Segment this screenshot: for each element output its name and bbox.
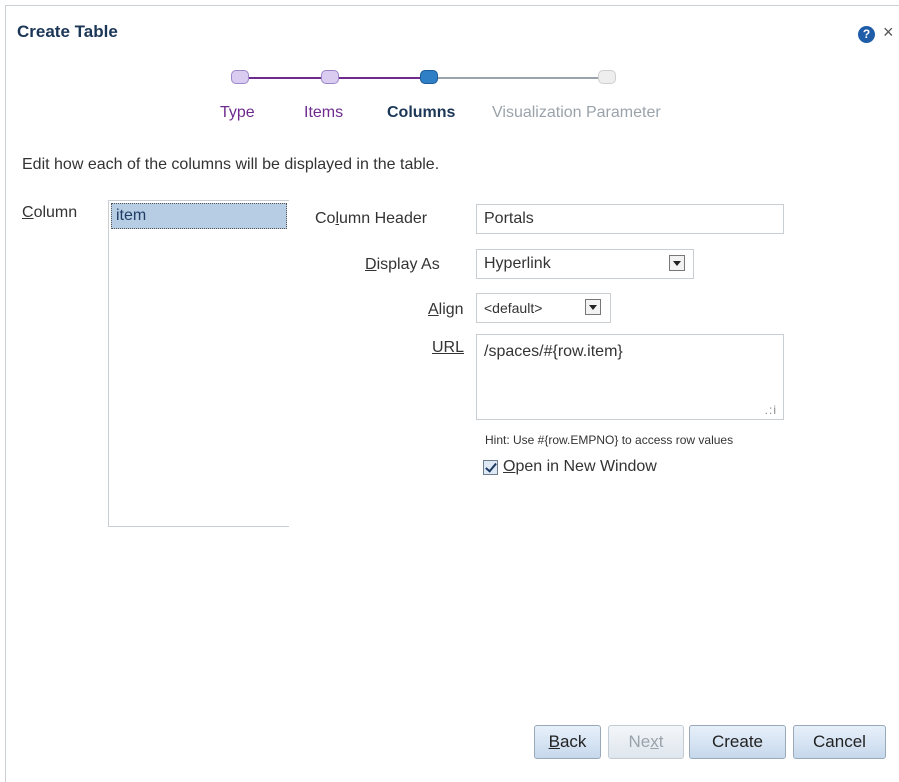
align-label-post: lign: [438, 301, 464, 318]
url-hint: Hint: Use #{row.EMPNO} to access row val…: [485, 433, 734, 447]
step-type-label[interactable]: Type: [220, 104, 255, 122]
next-accesskey: x: [650, 732, 659, 751]
url-label-text: URL: [432, 339, 465, 356]
step-visualization-marker: [598, 70, 616, 84]
display-as-value: Hyperlink: [484, 255, 551, 272]
resize-grip-icon[interactable]: .:i: [765, 404, 777, 416]
align-dropdown-icon[interactable]: [585, 299, 601, 315]
url-label: URL: [432, 339, 464, 357]
step-items-label[interactable]: Items: [304, 104, 343, 122]
column-label-accesskey: C: [22, 204, 34, 221]
cancel-button[interactable]: Cancel: [793, 725, 886, 759]
column-header-input[interactable]: Portals: [476, 204, 784, 234]
create-button[interactable]: Create: [689, 725, 786, 759]
column-list-item[interactable]: item: [111, 203, 287, 229]
column-label: Column: [22, 204, 77, 222]
step-items-marker[interactable]: [321, 70, 339, 84]
next-button[interactable]: Next: [608, 725, 684, 759]
back-label-rest: ack: [559, 732, 587, 751]
step-visualization-label: Visualization Parameter: [492, 104, 661, 121]
display-as-label-accesskey: D: [365, 256, 377, 273]
align-value: <default>: [484, 300, 543, 316]
open-new-window-accesskey: O: [503, 458, 516, 475]
step-columns-label: Columns: [387, 104, 456, 121]
open-new-window-checkbox[interactable]: [483, 460, 498, 475]
align-select[interactable]: <default>: [476, 293, 611, 323]
step-train: Type Items Columns Visualization Paramet…: [6, 6, 899, 136]
step-type-marker[interactable]: [231, 70, 249, 84]
instructions-text: Edit how each of the columns will be dis…: [22, 156, 440, 173]
align-label-accesskey: A: [428, 301, 439, 318]
display-as-select[interactable]: Hyperlink: [476, 249, 694, 279]
column-header-label-post: umn Header: [339, 210, 428, 227]
next-label-pre: Ne: [628, 732, 651, 751]
create-table-dialog: Create Table ? × Type Items Columns Visu…: [5, 5, 899, 782]
column-header-label-pre: Co: [315, 210, 336, 227]
open-new-window-label[interactable]: Open in New Window: [503, 458, 657, 476]
display-as-dropdown-icon[interactable]: [669, 255, 685, 271]
step-columns-marker: [420, 70, 438, 84]
column-header-label: Column Header: [315, 210, 427, 228]
back-accesskey: B: [548, 732, 560, 751]
train-line-future: [426, 77, 606, 79]
next-label-rest: t: [658, 732, 664, 751]
column-label-rest: olumn: [33, 204, 78, 221]
column-list[interactable]: item: [108, 200, 289, 527]
align-label: Align: [428, 301, 464, 319]
url-textarea[interactable]: /spaces/#{row.item} .:i: [476, 334, 784, 420]
display-as-label-post: isplay As: [376, 256, 440, 273]
back-button[interactable]: Back: [534, 725, 601, 759]
display-as-label: Display As: [365, 256, 440, 274]
url-value: /spaces/#{row.item}: [484, 343, 623, 360]
open-new-window-label-post: pen in New Window: [515, 458, 657, 475]
